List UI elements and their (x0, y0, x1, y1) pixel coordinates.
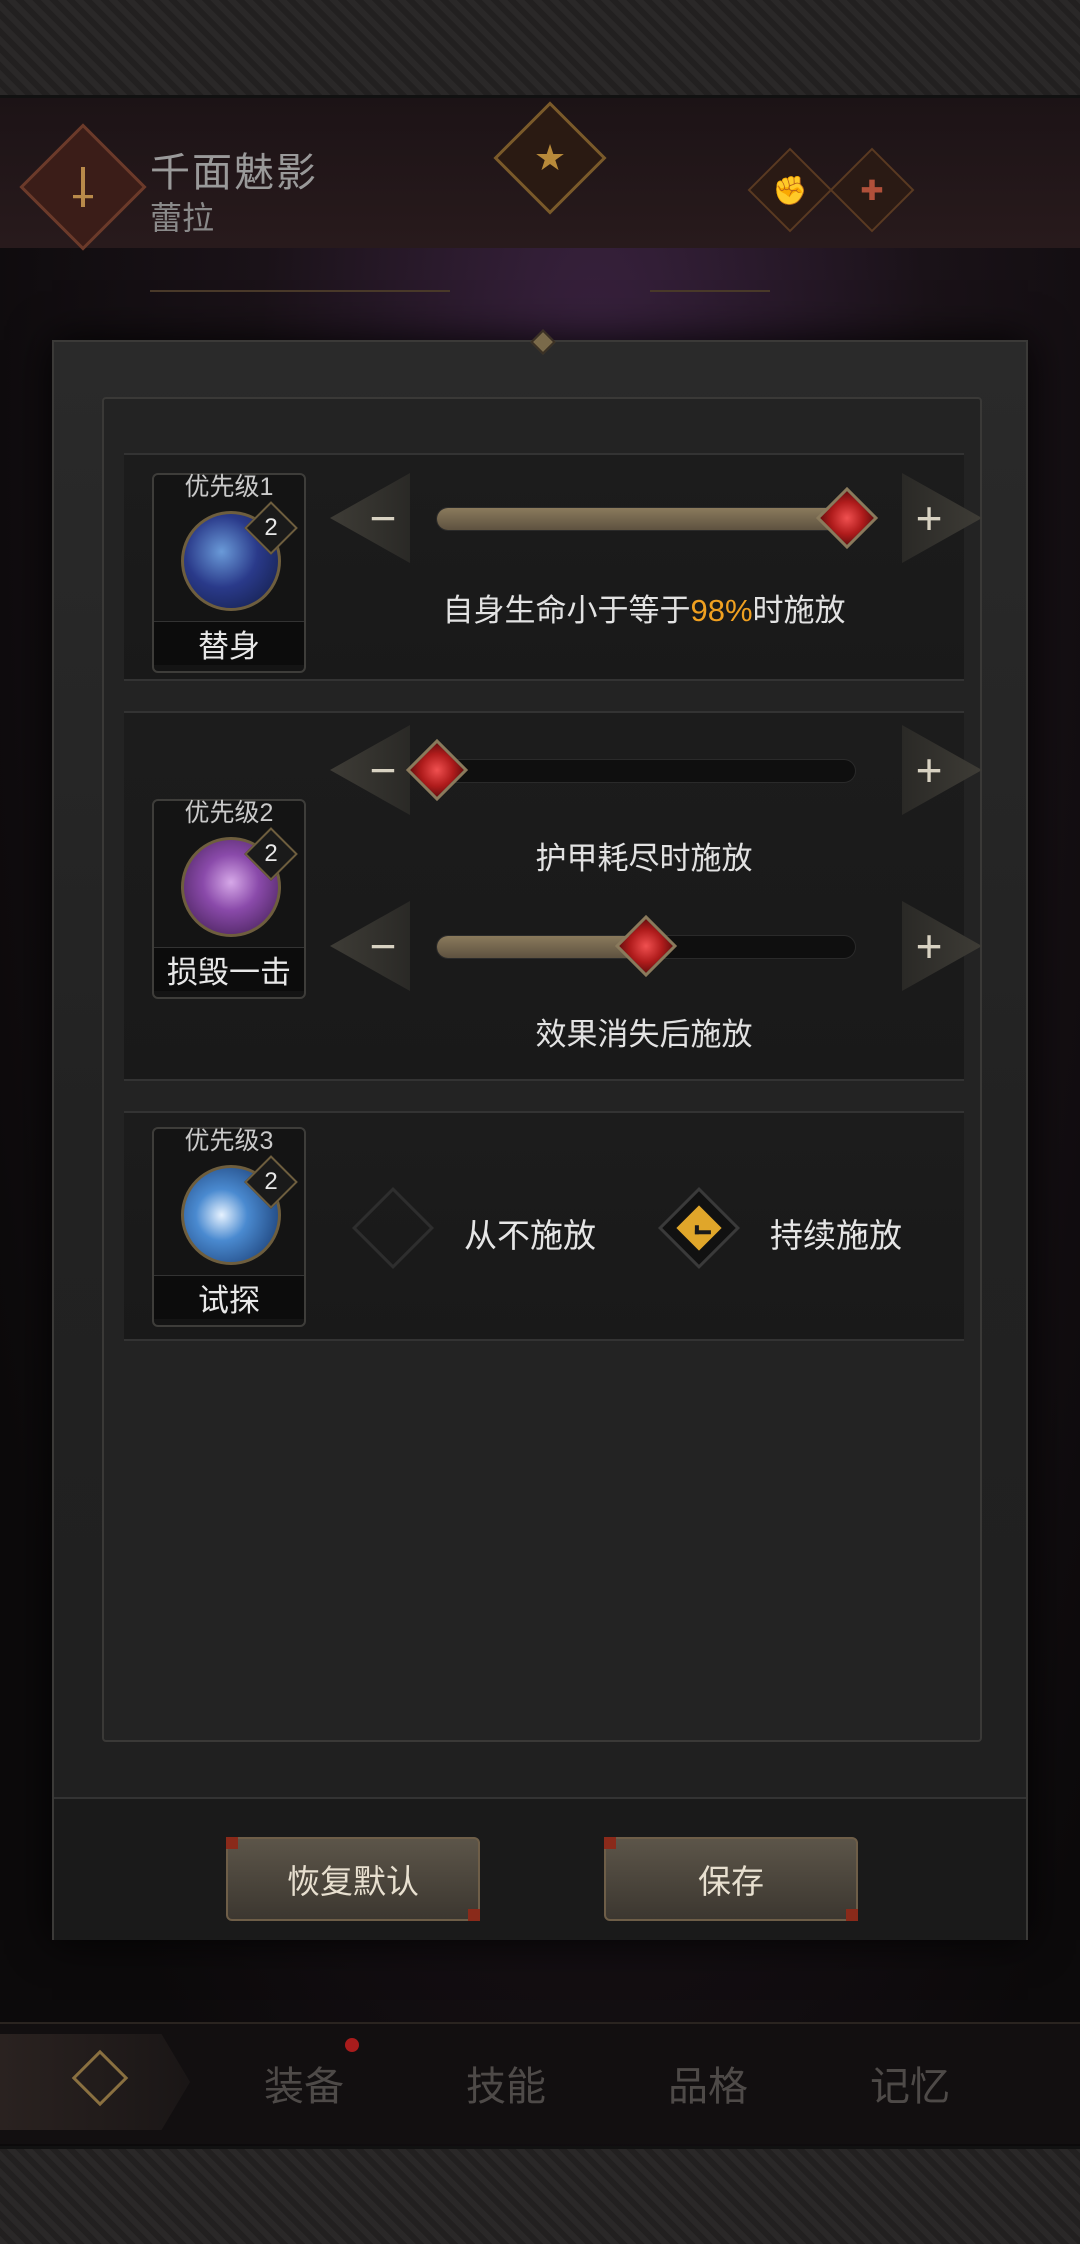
slider-knob[interactable] (614, 914, 678, 978)
skill-row-3: 优先级3 2 试探 从不施放 持续施放 (124, 1111, 964, 1341)
always-cast-label[interactable]: 持续施放 (770, 1209, 902, 1257)
skill-name: 替身 (154, 621, 304, 665)
screen: 千面魅影 蕾拉 ★ ✊ ✚ 优先级1 2 替身 − + 自身生命小于等于98%时… (0, 0, 1080, 2244)
skill-card[interactable]: 优先级2 2 损毁一击 (152, 799, 306, 999)
reset-default-button[interactable]: 恢复默认 (226, 1837, 480, 1921)
priority-label: 优先级3 (184, 1127, 274, 1155)
skill-card[interactable]: 优先级3 2 试探 (152, 1127, 306, 1327)
skill-row-2: 优先级2 2 损毁一击 − + 护甲耗尽时施放 − + 效果消失后施放 (124, 711, 982, 1081)
priority-label: 优先级1 (184, 473, 274, 501)
tab-memory[interactable]: 记忆 (870, 2054, 950, 2112)
armor-slider[interactable] (405, 738, 856, 802)
slider-knob[interactable] (815, 486, 878, 550)
top-ornament-bar (0, 0, 1080, 98)
increase-button[interactable]: + (902, 901, 982, 991)
threshold-value: 98% (690, 593, 753, 628)
nav-home-button[interactable] (0, 2034, 190, 2130)
character-name: 蕾拉 (150, 200, 215, 236)
sword-plus-icon[interactable]: ✚ (829, 147, 915, 233)
decrease-button[interactable]: − (330, 725, 410, 815)
increase-button[interactable]: + (902, 725, 982, 815)
slider-fill (437, 936, 646, 958)
cast-condition-text: 效果消失后施放 (535, 1017, 753, 1052)
cast-condition-text: 自身生命小于等于98%时施放 (442, 593, 846, 628)
skill-priority-dialog: 优先级1 2 替身 − + 自身生命小于等于98%时施放 优先级2 2 损毁一击… (52, 329, 1028, 1940)
save-button[interactable]: 保存 (604, 1837, 858, 1921)
bottom-nav: 装备 技能 品格 记忆 (0, 2022, 1080, 2144)
checkmark-icon (694, 1225, 711, 1235)
dialog-footer: 恢复默认 保存 (54, 1797, 1026, 1940)
never-cast-label[interactable]: 从不施放 (464, 1209, 596, 1257)
skill-settings-panel: 优先级1 2 替身 − + 自身生命小于等于98%时施放 优先级2 2 损毁一击… (102, 397, 982, 1742)
character-title: 千面魅影 (150, 151, 318, 195)
fist-icon[interactable]: ✊ (747, 147, 833, 233)
diamond-icon (71, 2049, 129, 2107)
ornament-gem-icon (530, 329, 556, 355)
notification-dot (345, 2038, 359, 2052)
character-header: 千面魅影 蕾拉 ★ ✊ ✚ (0, 98, 1080, 292)
cast-condition-text: 护甲耗尽时施放 (535, 841, 753, 876)
decrease-button[interactable]: − (330, 901, 410, 991)
decrease-button[interactable]: − (330, 473, 410, 563)
bottom-ornament-bar (0, 2146, 1080, 2244)
divider (650, 290, 770, 292)
rank-star-icon: ★ (493, 101, 607, 215)
skill-name: 试探 (154, 1275, 304, 1319)
skill-row-1: 优先级1 2 替身 − + 自身生命小于等于98%时施放 (124, 453, 982, 681)
slider-knob[interactable] (405, 738, 469, 802)
skill-card[interactable]: 优先级1 2 替身 (152, 473, 306, 673)
increase-button[interactable]: + (902, 473, 982, 563)
tab-character[interactable]: 品格 (668, 2054, 748, 2112)
skill-name: 损毁一击 (154, 947, 304, 991)
divider (150, 290, 450, 292)
effect-slider[interactable] (436, 914, 856, 978)
class-sword-icon (19, 123, 147, 251)
slider-fill (437, 508, 847, 530)
priority-label: 优先级2 (184, 799, 274, 827)
tab-equipment[interactable]: 装备 (264, 2054, 344, 2112)
always-cast-checkbox[interactable] (657, 1186, 741, 1270)
threshold-slider[interactable] (436, 486, 878, 550)
tab-skills[interactable]: 技能 (466, 2054, 546, 2112)
never-cast-checkbox[interactable] (351, 1186, 435, 1270)
